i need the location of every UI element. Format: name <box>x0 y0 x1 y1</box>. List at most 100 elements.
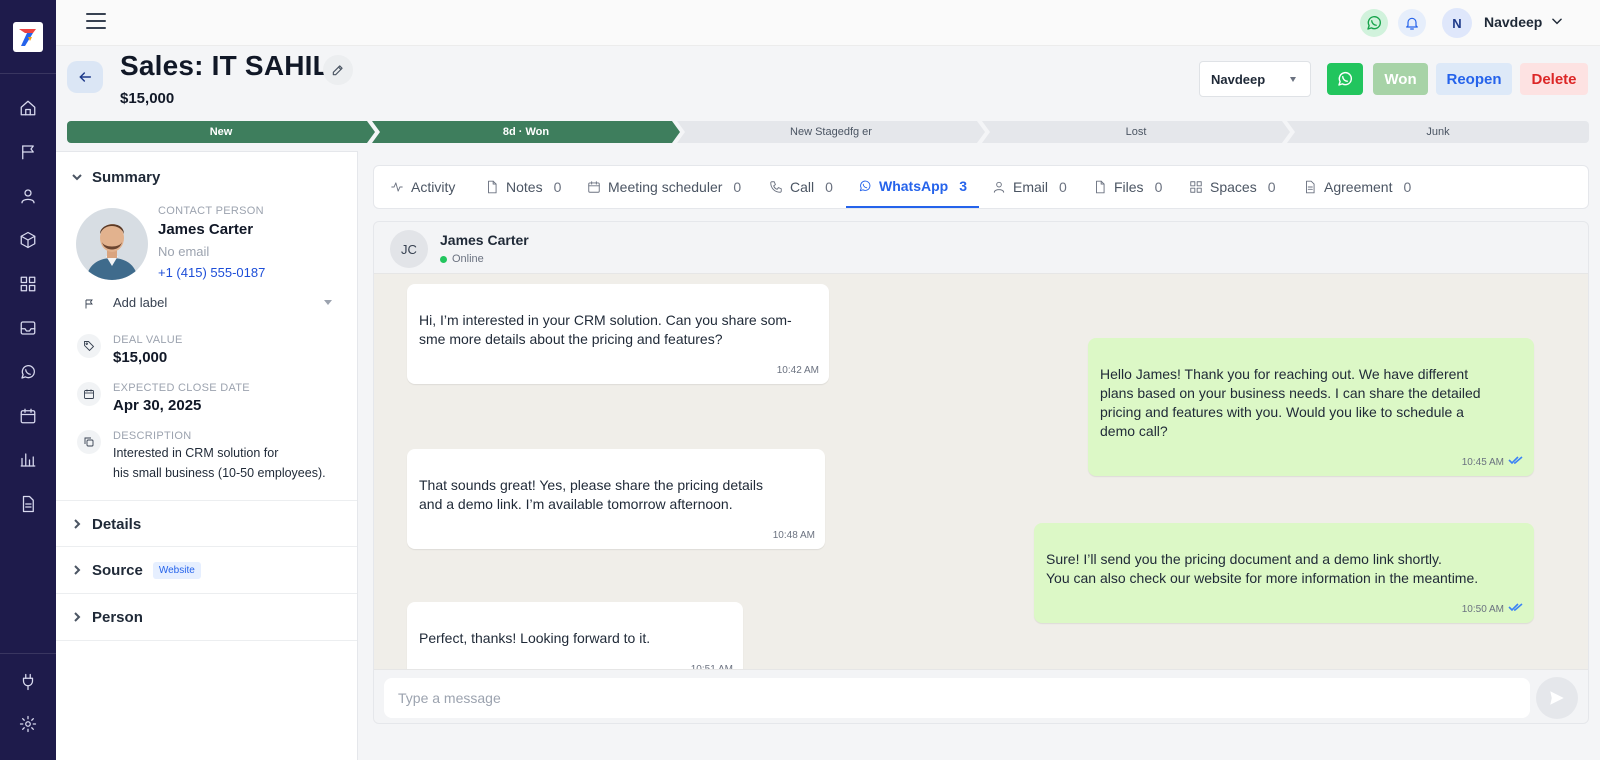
whatsapp-icon[interactable] <box>16 360 40 384</box>
caret-down-icon <box>1290 77 1296 82</box>
deal-details-panel: Summary CONTACT PERSON James Carter No e… <box>56 151 358 760</box>
page-title: Sales: IT SAHIL <box>120 50 330 81</box>
bar-chart-icon[interactable] <box>16 448 40 472</box>
box-icon[interactable] <box>16 228 40 252</box>
description-line-2: his small business (10-50 employees). <box>113 466 326 480</box>
message-time: 10:45 AM <box>1462 453 1524 472</box>
user-name[interactable]: Navdeep <box>1484 14 1542 30</box>
message-bubble: Hello James! Thank you for reaching out.… <box>1088 338 1534 476</box>
contact-phone-link[interactable]: +1 (415) 555-0187 <box>158 265 265 280</box>
copy-icon <box>77 430 101 454</box>
chat-header: JC James Carter Online <box>374 222 1588 274</box>
calendar-icon[interactable] <box>16 404 40 428</box>
tab-label: Agreement <box>1324 179 1393 195</box>
source-toggle[interactable]: Source Website <box>72 562 201 579</box>
tab-agreement[interactable]: Agreement 0 <box>1303 166 1411 208</box>
document-icon <box>1306 180 1315 194</box>
send-icon <box>1550 691 1564 705</box>
source-heading: Source <box>92 562 143 579</box>
details-toggle[interactable]: Details <box>72 516 141 533</box>
message-time: 10:42 AM <box>776 365 819 376</box>
tab-whatsapp[interactable]: WhatsApp 3 <box>846 166 980 208</box>
tab-label: Notes <box>506 179 543 195</box>
message-bubble: That sounds great! Yes, please share the… <box>407 449 825 549</box>
message-bubble: Hi, I’m interested in your CRM solution.… <box>407 284 829 384</box>
plug-icon[interactable] <box>16 670 40 694</box>
stage-new[interactable]: New <box>67 121 375 143</box>
home-icon[interactable] <box>16 96 40 120</box>
arrow-left-icon <box>79 72 92 82</box>
tab-count: 0 <box>1403 179 1412 195</box>
chevron-right-icon <box>72 516 82 533</box>
nav-rail <box>0 0 56 760</box>
deal-amount: $15,000 <box>120 90 175 107</box>
details-heading: Details <box>92 516 142 533</box>
double-check-icon <box>1508 600 1524 619</box>
message-text: Sure! I’ll send you the pricing document… <box>1046 551 1479 586</box>
tab-label: Call <box>790 179 815 195</box>
whatsapp-icon <box>1338 71 1353 86</box>
tab-label: Meeting scheduler <box>608 179 723 195</box>
add-label-select[interactable]: Add label <box>113 295 167 310</box>
tab-files[interactable]: Files 0 <box>1093 166 1162 208</box>
stage-label: New <box>209 126 233 138</box>
message-input[interactable] <box>384 678 1530 718</box>
person-toggle[interactable]: Person <box>72 609 143 626</box>
delete-button[interactable]: Delete <box>1520 63 1588 95</box>
stage-lost[interactable]: Lost <box>982 121 1290 143</box>
section-divider <box>56 500 357 501</box>
flag-icon[interactable] <box>16 140 40 164</box>
tab-count: 0 <box>1059 179 1067 195</box>
person-icon <box>993 181 1005 193</box>
won-button[interactable]: Won <box>1373 63 1428 95</box>
back-button[interactable] <box>67 61 103 93</box>
bell-icon[interactable] <box>1398 9 1426 37</box>
phone-icon <box>770 181 782 193</box>
chat-status-text: Online <box>452 253 484 265</box>
whatsapp-status-icon[interactable] <box>1360 9 1388 37</box>
person-heading: Person <box>92 609 143 626</box>
app-logo[interactable] <box>0 0 56 74</box>
caret-down-icon[interactable] <box>324 300 332 305</box>
description-line-1: Interested in CRM solution for <box>113 446 279 460</box>
edit-title-button[interactable] <box>323 55 353 85</box>
message-time: 10:48 AM <box>772 530 815 541</box>
stage-won[interactable]: 8d · Won <box>372 121 680 143</box>
stage-label: New Stagedfg er <box>790 126 872 138</box>
stage-junk[interactable]: Junk <box>1287 121 1589 143</box>
note-icon <box>488 180 497 194</box>
chevron-down-icon[interactable] <box>1550 14 1564 33</box>
document-icon[interactable] <box>16 492 40 516</box>
tab-notes[interactable]: Notes 0 <box>485 166 561 208</box>
owner-select[interactable]: Navdeep <box>1199 61 1311 97</box>
calendar-icon <box>77 382 101 406</box>
message-text: That sounds great! Yes, please share the… <box>419 477 763 512</box>
person-icon[interactable] <box>16 184 40 208</box>
tab-label: Email <box>1013 179 1049 195</box>
summary-toggle[interactable]: Summary <box>72 169 160 186</box>
contact-avatar <box>76 208 148 280</box>
inbox-icon[interactable] <box>16 316 40 340</box>
menu-icon[interactable] <box>86 13 106 33</box>
tab-spaces[interactable]: Spaces 0 <box>1189 166 1276 208</box>
stage-new-stage[interactable]: New Stagedfg er <box>677 121 985 143</box>
tab-count: 0 <box>825 179 833 195</box>
tab-call[interactable]: Call 0 <box>769 166 833 208</box>
message-text: Hello James! Thank you for reaching out.… <box>1100 366 1481 439</box>
tab-activity[interactable]: Activity <box>390 166 455 208</box>
whatsapp-button[interactable] <box>1327 63 1363 95</box>
user-avatar[interactable]: N <box>1442 8 1472 38</box>
message-time: 10:50 AM <box>1462 600 1524 619</box>
tab-email[interactable]: Email 0 <box>992 166 1067 208</box>
reopen-button[interactable]: Reopen <box>1436 63 1512 95</box>
chat-contact-name: James Carter <box>440 232 529 248</box>
send-button[interactable] <box>1536 677 1578 719</box>
source-badge: Website <box>152 562 201 579</box>
message-text: Hi, I’m interested in your CRM solution.… <box>419 312 792 347</box>
tab-meeting-scheduler[interactable]: Meeting scheduler 0 <box>587 166 741 208</box>
contact-name: James Carter <box>158 221 254 238</box>
gear-icon[interactable] <box>16 712 40 736</box>
grid-icon[interactable] <box>16 272 40 296</box>
message-bubble: Sure! I’ll send you the pricing document… <box>1034 523 1534 623</box>
tab-label: Files <box>1114 179 1144 195</box>
